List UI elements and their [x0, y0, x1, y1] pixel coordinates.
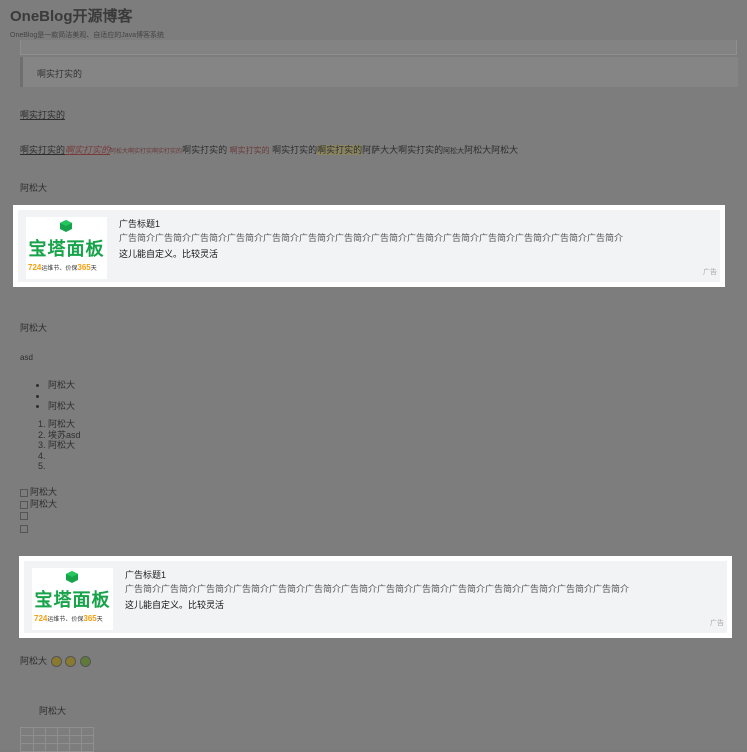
- highlighted-text: 啊实打实的: [317, 145, 363, 155]
- ad-card-body: 宝塔面板 724运维节、价保365天 广告标题1 广告简介广告简介广告简介广告简…: [18, 210, 720, 282]
- mixed-text-k: 阿松大阿松大: [464, 145, 519, 155]
- ad-logo[interactable]: 宝塔面板 724运维节、价保365天: [32, 568, 113, 630]
- paragraph-3: asd: [20, 353, 33, 362]
- underlined-link[interactable]: 啊实打实的: [20, 108, 65, 121]
- ad-card-1[interactable]: 宝塔面板 724运维节、价保365天 广告标题1 广告简介广告简介广告简介广告简…: [13, 205, 725, 287]
- mixed-text-f: 啊实打实的: [229, 146, 270, 155]
- blush-emoji-icon: [65, 656, 77, 668]
- list-item: 阿松大: [48, 419, 81, 430]
- top-panel: [20, 40, 737, 55]
- ad-logo-text: 宝塔面板: [34, 590, 111, 610]
- mixed-text-d: 啊实打实的: [152, 149, 183, 155]
- task-item[interactable]: 阿松大: [20, 497, 57, 510]
- paragraph-1: 阿松大: [20, 183, 48, 193]
- ad-title[interactable]: 广告标题1: [119, 217, 160, 230]
- list-item: [48, 451, 81, 462]
- table: [20, 727, 94, 752]
- indented-paragraph: 阿松大: [39, 706, 67, 716]
- paragraph-2: 阿松大: [20, 323, 48, 333]
- mixed-format-line: 啊实打实的啊实打实的阿松大啊实打实啊实打实的啊实打实的 啊实打实的 啊实打实的啊…: [20, 143, 518, 156]
- mixed-text-e: 啊实打实的: [182, 145, 228, 155]
- ad-badge: 广告: [710, 620, 724, 627]
- blockquote-text: 啊实打实的: [37, 69, 83, 79]
- list-item: [48, 461, 81, 472]
- ad-card-body: 宝塔面板 724运维节、价保365天 广告标题1 广告简介广告简介广告简介广告简…: [24, 561, 727, 633]
- site-description: OneBlog是一款简洁美观、自适应的Java博客系统: [10, 32, 165, 39]
- smile-emoji-icon: [50, 656, 62, 668]
- list-item: 阿松大: [48, 401, 75, 412]
- checkbox[interactable]: [20, 524, 28, 533]
- page-background: OneBlog开源博客 OneBlog是一款简洁美观、自适应的Java博客系统 …: [0, 0, 747, 752]
- mixed-text-c: 阿松大啊实打实: [110, 149, 153, 155]
- frog-emoji-icon: [79, 656, 91, 668]
- ad-title[interactable]: 广告标题1: [125, 568, 166, 581]
- mixed-text-a[interactable]: 啊实打实的: [20, 145, 65, 155]
- blockquote: 啊实打实的: [20, 57, 738, 87]
- mixed-text-j: 阿松大: [443, 148, 465, 155]
- ad-extra-text: 这儿能自定义。比较灵活: [119, 249, 219, 259]
- ad-logo-subtitle: 724运维节、价保365天: [28, 263, 97, 272]
- ad-extra-text: 这儿能自定义。比较灵活: [125, 600, 225, 610]
- site-title[interactable]: OneBlog开源博客: [10, 5, 133, 26]
- ad-badge: 广告: [703, 269, 717, 276]
- ad-description: 广告简介广告简介广告简介广告简介广告简介广告简介广告简介广告简介广告简介广告简介…: [119, 233, 624, 243]
- emoji-line-text: 阿松大: [20, 656, 48, 666]
- mixed-text-b: 啊实打实的: [65, 145, 111, 155]
- ad-logo-subtitle: 724运维节、价保365天: [34, 614, 103, 623]
- emoji-line: 阿松大: [20, 654, 91, 668]
- task-item[interactable]: [20, 523, 30, 533]
- cube-icon: [60, 220, 72, 232]
- ad-logo[interactable]: 宝塔面板 724运维节、价保365天: [26, 217, 107, 279]
- ad-logo-text: 宝塔面板: [28, 239, 105, 259]
- list-item: 埃苏asd: [48, 430, 81, 441]
- cube-icon: [66, 571, 78, 583]
- checkbox[interactable]: [20, 511, 28, 520]
- ordered-list: 阿松大 埃苏asd 阿松大: [48, 419, 81, 472]
- list-item: 阿松大: [48, 440, 81, 451]
- bullet-list: 阿松大 阿松大: [48, 380, 75, 412]
- list-item: [48, 391, 75, 402]
- list-item: 阿松大: [48, 380, 75, 391]
- mixed-text-g: 啊实打实的: [272, 145, 318, 155]
- checkbox[interactable]: [20, 488, 28, 497]
- ad-card-2[interactable]: 宝塔面板 724运维节、价保365天 广告标题1 广告简介广告简介广告简介广告简…: [19, 556, 732, 638]
- task-item[interactable]: [20, 510, 30, 520]
- ad-description: 广告简介广告简介广告简介广告简介广告简介广告简介广告简介广告简介广告简介广告简介…: [125, 584, 630, 594]
- checkbox[interactable]: [20, 500, 28, 509]
- mixed-text-i: 阿萨大大啊实打实的: [362, 145, 444, 155]
